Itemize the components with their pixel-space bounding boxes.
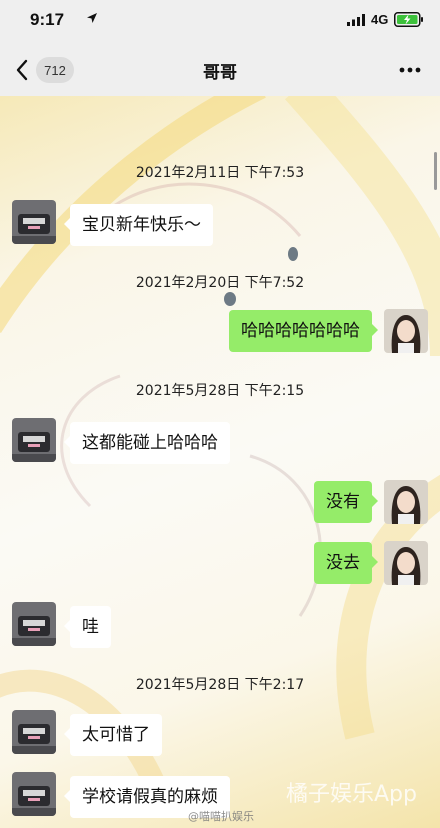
message-bubble-sent[interactable]: 没去 [314, 542, 378, 584]
contact-avatar-image [12, 772, 56, 816]
my-avatar[interactable] [384, 309, 428, 353]
message-bubble-received[interactable]: 哇 [64, 606, 111, 648]
my-avatar-image [384, 480, 428, 524]
message-bubble-received[interactable]: 宝贝新年快乐～ [64, 204, 213, 246]
contact-avatar-image [12, 200, 56, 244]
chat-nav-bar: 712 哥哥 [0, 44, 440, 96]
timestamp-1: 2021年2月11日 下午7:53 [135, 165, 305, 181]
message-bubble-received[interactable]: 这都能碰上哈哈哈 [64, 422, 230, 464]
my-avatar[interactable] [384, 541, 428, 585]
message-bubble-sent[interactable]: 哈哈哈哈哈哈哈 [229, 310, 378, 352]
status-bar: 9:17 4G [0, 0, 440, 44]
contact-avatar[interactable] [12, 602, 56, 646]
contact-avatar-image [12, 602, 56, 646]
chat-message-list[interactable]: 2021年2月11日 下午7:53 宝贝新年快乐～ 2021年2月20日 下午7… [0, 96, 440, 828]
my-avatar[interactable] [384, 480, 428, 524]
more-options-icon[interactable] [398, 66, 422, 74]
my-avatar-image [384, 541, 428, 585]
message-bubble-received[interactable]: 太可惜了 [64, 714, 162, 756]
message-bubble-sent[interactable]: 没有 [314, 481, 378, 523]
timestamp-4: 2021年5月28日 下午2:17 [135, 677, 305, 693]
my-avatar-image [384, 309, 428, 353]
timestamp-3: 2021年5月28日 下午2:15 [135, 383, 305, 399]
timestamp-2: 2021年2月20日 下午7:52 [135, 275, 305, 291]
contact-avatar[interactable] [12, 418, 56, 462]
contact-avatar-image [12, 418, 56, 462]
contact-avatar[interactable] [12, 710, 56, 754]
cellular-signal-icon [347, 14, 365, 26]
location-arrow-icon [87, 13, 97, 23]
watermark-brand: 橘子娱乐App [286, 782, 417, 807]
contact-avatar-image [12, 710, 56, 754]
contact-avatar[interactable] [12, 200, 56, 244]
chat-title: 哥哥 [203, 63, 237, 83]
watermark-credit: @喵喵扒娱乐 [188, 810, 254, 823]
network-type: 4G [371, 12, 389, 27]
contact-avatar[interactable] [12, 772, 56, 816]
battery-charging-icon [394, 12, 423, 27]
status-time: 9:17 [30, 10, 65, 29]
